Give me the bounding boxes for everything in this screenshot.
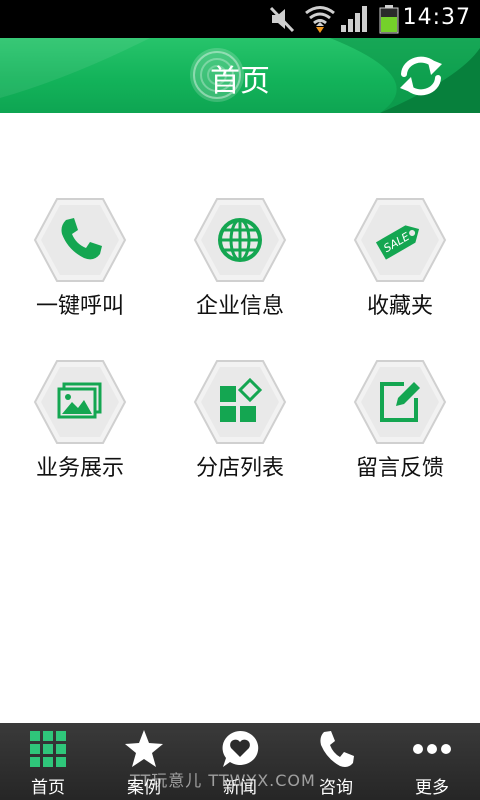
grid-icon [30,731,66,767]
sale-tag-icon: SALE [375,225,420,260]
globe-icon [218,218,262,262]
header: 首页 [0,38,480,113]
tab-cases[interactable]: 案例 [96,723,192,800]
grid-item-label: 分店列表 [195,456,284,481]
tab-label: 咨询 [319,778,353,798]
wifi-icon [305,6,335,33]
mute-icon [269,6,295,33]
grid-item-feedback[interactable]: 留言反馈 [320,359,480,509]
signal-icon [341,6,367,32]
grid-item-favorites[interactable]: SALE 收藏夹 [320,197,480,347]
refresh-button[interactable] [394,52,448,100]
shapes-icon [220,377,263,422]
tab-home[interactable]: 首页 [0,723,96,800]
phone-icon [61,218,102,260]
grid-item-business[interactable]: 业务展示 [0,359,160,509]
tab-label: 案例 [127,778,161,798]
grid-item-label: 企业信息 [195,294,284,319]
grid-item-company-info[interactable]: 企业信息 [160,197,320,347]
grid-item-label: 一键呼叫 [35,294,124,319]
tab-label: 首页 [31,778,65,798]
bottom-tab-bar: 首页 案例 新闻 咨询 更多 [0,723,480,800]
tab-more[interactable]: 更多 [384,723,480,800]
grid-item-call[interactable]: 一键呼叫 [0,197,160,347]
heart-bubble-icon [222,730,259,767]
status-bar: 14:37 [0,0,480,38]
tab-news[interactable]: 新闻 [192,723,288,800]
refresh-icon [400,56,442,96]
phone-icon [320,731,354,767]
grid-item-label: 业务展示 [35,456,124,481]
tab-label: 更多 [415,778,449,798]
battery-icon [379,5,399,34]
more-dots-icon [413,744,451,754]
tab-consult[interactable]: 咨询 [288,723,384,800]
edit-icon [380,382,420,422]
feature-grid: 一键呼叫 企业信息 SALE 收藏夹 业务展示 分店列表 留言反馈 [0,113,480,723]
grid-item-label: 收藏夹 [366,294,433,319]
grid-item-label: 留言反馈 [355,456,444,481]
gallery-icon [57,382,102,419]
tab-label: 新闻 [223,778,257,798]
star-icon [125,730,163,767]
clock: 14:37 [402,5,471,30]
grid-item-branches[interactable]: 分店列表 [160,359,320,509]
